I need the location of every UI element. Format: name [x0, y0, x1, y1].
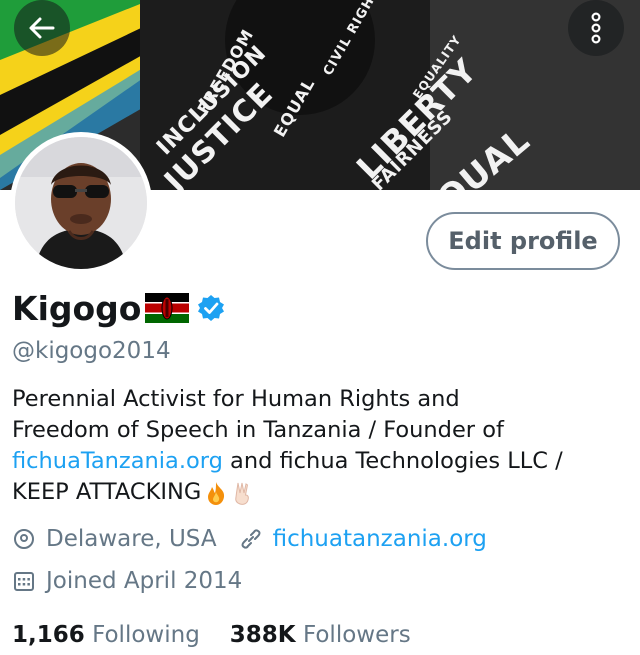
bio: Perennial Activist for Human Rights and … — [12, 384, 622, 508]
more-vertical-icon — [591, 12, 601, 44]
avatar-image — [15, 137, 147, 269]
followers-stat[interactable]: 388K Followers — [230, 622, 411, 648]
follow-stats: 1,166 Following 388K Followers — [12, 622, 411, 648]
more-button[interactable] — [568, 0, 624, 56]
victory-hand-emoji-icon — [235, 482, 250, 505]
display-name: Kigogo — [12, 288, 142, 328]
fire-emoji-icon — [208, 481, 225, 505]
edit-profile-button[interactable]: Edit profile — [426, 212, 620, 270]
bio-line: KEEP ATTACKING — [12, 477, 622, 508]
calendar-icon — [14, 572, 34, 591]
joined-text: Joined April 2014 — [46, 568, 243, 594]
location-text: Delaware, USA — [46, 526, 217, 552]
following-count: 1,166 — [12, 622, 85, 648]
user-handle: @kigogo2014 — [12, 338, 171, 364]
bio-link[interactable]: fichuaTanzania.org — [12, 448, 223, 474]
following-stat[interactable]: 1,166 Following — [12, 622, 200, 648]
bio-line: Freedom of Speech in Tanzania / Founder … — [12, 417, 504, 443]
kenya-flag-icon — [145, 293, 190, 323]
back-button[interactable] — [14, 0, 70, 56]
location-row: Delaware, USA fichuatanzania.org — [12, 526, 487, 552]
bio-line: fichuaTanzania.org and fichua Technologi… — [12, 446, 622, 477]
following-label: Following — [92, 622, 200, 648]
bio-text: and fichua Technologies LLC / — [222, 448, 563, 474]
bio-text: KEEP ATTACKING — [12, 479, 202, 505]
avatar[interactable] — [10, 132, 152, 274]
bio-line: Perennial Activist for Human Rights and — [12, 386, 460, 412]
name-row: Kigogo — [12, 286, 225, 330]
website-link[interactable]: fichuatanzania.org — [273, 526, 487, 552]
arrow-left-icon — [29, 17, 55, 39]
joined-row: Joined April 2014 — [12, 568, 242, 594]
link-icon — [241, 529, 261, 549]
followers-count: 388K — [229, 622, 296, 648]
location-pin-icon — [14, 529, 34, 549]
followers-label: Followers — [302, 622, 411, 648]
verified-badge-icon — [198, 295, 225, 321]
